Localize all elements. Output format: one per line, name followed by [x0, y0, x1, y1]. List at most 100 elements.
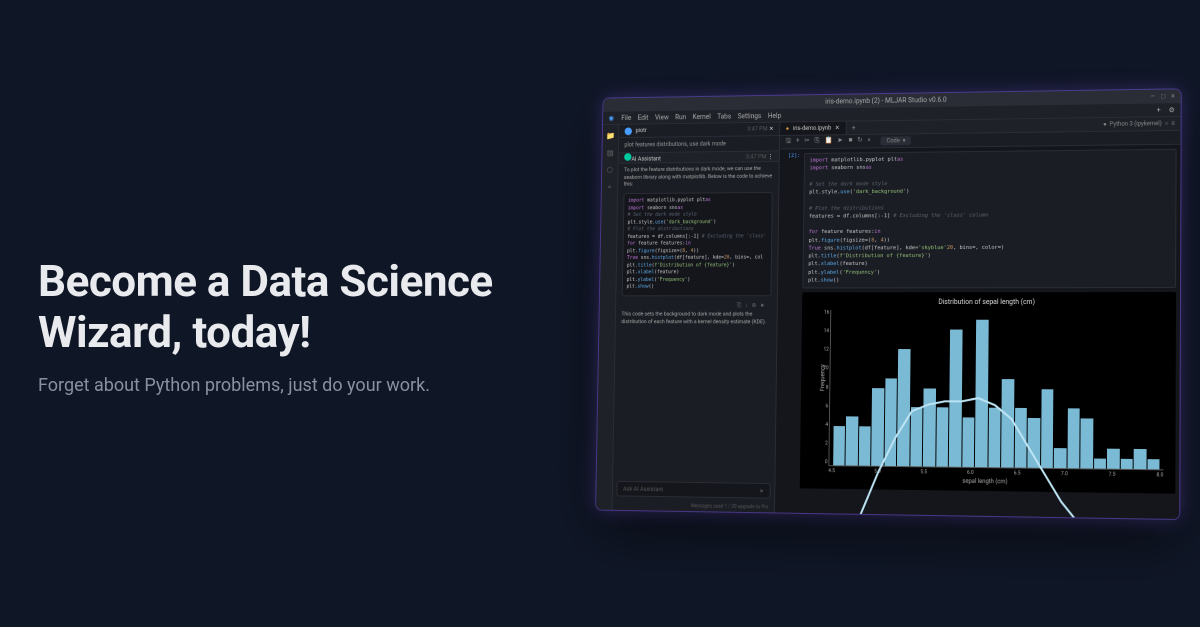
- xtick: 6.0: [967, 470, 974, 476]
- toolbar-icon-1[interactable]: +: [796, 137, 800, 145]
- chart-bar: [884, 378, 897, 466]
- ai-menu-icon[interactable]: ⋮: [768, 153, 774, 160]
- chart-bar: [897, 349, 910, 466]
- sidebar-icon-0[interactable]: 📁: [606, 131, 615, 141]
- ai-response-outro: This code sets the background to dark mo…: [621, 312, 771, 327]
- toolbar-icon-0[interactable]: 🖫: [786, 137, 792, 145]
- ytick: 2: [814, 440, 827, 446]
- code-cell[interactable]: import matplotlib.pyplot pltasimport sea…: [802, 149, 1176, 289]
- chart-bar: [962, 418, 975, 467]
- kernel-status-icon: ●: [1103, 121, 1107, 128]
- chart-bar: [1054, 448, 1066, 468]
- tab-label: iris-demo.ipynb: [793, 125, 831, 132]
- xtick: 5.0: [874, 469, 881, 475]
- chart-bar: [988, 408, 1001, 467]
- toolbar-icon-5[interactable]: ►: [837, 136, 844, 144]
- xtick: 8.0: [1156, 472, 1163, 478]
- tab-close-icon[interactable]: ✕: [835, 125, 840, 132]
- menu-item-kernel[interactable]: Kernel: [693, 113, 711, 121]
- ytick: 0: [814, 459, 827, 465]
- menu-item-edit[interactable]: Edit: [638, 113, 649, 121]
- maximize-icon[interactable]: □: [1161, 92, 1165, 100]
- cell-type-select[interactable]: Code ▾: [881, 136, 911, 145]
- user-avatar: [625, 127, 632, 135]
- cell-type-label: Code: [887, 137, 900, 144]
- ai-msg-time: 3:47 PM: [746, 153, 767, 160]
- sidebar-icon-3[interactable]: ⚬: [605, 182, 614, 192]
- chat-input[interactable]: Ask AI Assistant ➤: [616, 481, 770, 499]
- notebook-tab[interactable]: ● iris-demo.ipynb ✕: [780, 122, 846, 135]
- close-icon[interactable]: ×: [1171, 92, 1175, 100]
- chart-bar: [859, 427, 871, 466]
- chat-action-3[interactable]: ►: [760, 302, 766, 310]
- ytick: 6: [815, 403, 828, 409]
- chart-bar: [936, 408, 949, 467]
- minimize-icon[interactable]: –: [1151, 93, 1156, 101]
- window-title: iris-demo.ipynb (2) - MLJAR Studio v0.6.…: [825, 96, 947, 106]
- notebook-panel: ● iris-demo.ipynb ✕ + ● Python 3 (ipyker…: [775, 117, 1181, 519]
- menu-item-run[interactable]: Run: [675, 113, 686, 121]
- chart-plot-area: Frequency 1614121086420: [828, 310, 1164, 471]
- ytick: 12: [816, 347, 829, 353]
- ytick: 8: [815, 384, 828, 390]
- chart-bar: [1080, 419, 1093, 469]
- chart-bar: [1041, 389, 1054, 468]
- add-button[interactable]: +: [1157, 106, 1161, 114]
- chart-title: Distribution of sepal length (cm): [808, 298, 1170, 306]
- chart-bar: [949, 329, 962, 466]
- xtick: 6.5: [1014, 470, 1021, 476]
- kernel-label[interactable]: Python 3 (ipykernel): [1110, 120, 1162, 128]
- chart-bar: [833, 426, 845, 465]
- chart-bar: [1014, 408, 1027, 467]
- chat-action-0[interactable]: ⎘: [737, 302, 742, 310]
- toolbar-icon-8[interactable]: »: [867, 136, 870, 144]
- chart-bar: [923, 388, 936, 467]
- chat-action-2[interactable]: ⊕: [752, 302, 757, 310]
- cell-prompt: [2]:: [782, 153, 804, 288]
- menu-item-file[interactable]: File: [621, 114, 631, 122]
- chat-action-1[interactable]: ↓: [745, 302, 748, 310]
- toolbar-icon-7[interactable]: ↻: [857, 136, 863, 144]
- chart-bar: [1001, 379, 1014, 468]
- chart-bar: [1134, 449, 1146, 469]
- xtick: 7.0: [1061, 471, 1068, 477]
- toolbar-icon-4[interactable]: 📋: [824, 136, 832, 144]
- toolbar-icon-3[interactable]: ⎘: [814, 136, 819, 144]
- xtick: 5.5: [920, 469, 927, 475]
- sidebar-icon-1[interactable]: ▤: [606, 148, 615, 158]
- hero-title: Become a Data Science Wizard, today!: [38, 256, 568, 357]
- chat-panel: piotr 3:47 PM ✕ plot features distributi…: [613, 123, 781, 513]
- chart-bar: [846, 417, 858, 466]
- settings-icon[interactable]: ⚙: [1169, 106, 1175, 114]
- menu-item-help[interactable]: Help: [768, 112, 781, 120]
- kernel-menu-icon[interactable]: ≡: [1171, 120, 1175, 127]
- chart-bar: [1147, 459, 1159, 469]
- menu-item-tabs[interactable]: Tabs: [717, 112, 731, 120]
- ai-code-block: import matplotlib.pyplot pltasimport sea…: [622, 192, 773, 296]
- xtick: 7.5: [1109, 472, 1116, 478]
- chart-output: Distribution of sepal length (cm) Freque…: [800, 292, 1176, 494]
- ytick: 4: [815, 422, 828, 428]
- chart-bar: [975, 320, 988, 468]
- app-icon: ◉: [608, 114, 614, 122]
- chevron-down-icon: ▾: [903, 137, 906, 144]
- chart-bar: [1028, 418, 1041, 468]
- menu-item-settings[interactable]: Settings: [738, 112, 762, 120]
- chart-bar: [1107, 449, 1119, 469]
- toolbar-icon-6[interactable]: ■: [848, 136, 852, 144]
- toolbar-icon-2[interactable]: ✂: [804, 137, 810, 145]
- close-chat-icon[interactable]: ✕: [769, 126, 774, 133]
- chat-footer: Messages used 1 / 20 upgrade to Pro: [613, 500, 775, 512]
- menu-item-view[interactable]: View: [655, 113, 669, 121]
- kernel-ring-icon: ○: [1165, 120, 1169, 127]
- ai-name: AI Assistant: [631, 156, 661, 163]
- add-tab-button[interactable]: +: [846, 124, 861, 132]
- sidebar-icon-2[interactable]: ⬡: [605, 165, 614, 175]
- file-icon: ●: [786, 125, 789, 132]
- chart-bar: [1067, 409, 1080, 469]
- ytick: 10: [815, 366, 828, 372]
- chart-bar: [910, 407, 923, 466]
- chart-bar: [872, 388, 885, 466]
- user-name: piotr: [636, 127, 647, 134]
- send-icon[interactable]: ➤: [759, 487, 764, 494]
